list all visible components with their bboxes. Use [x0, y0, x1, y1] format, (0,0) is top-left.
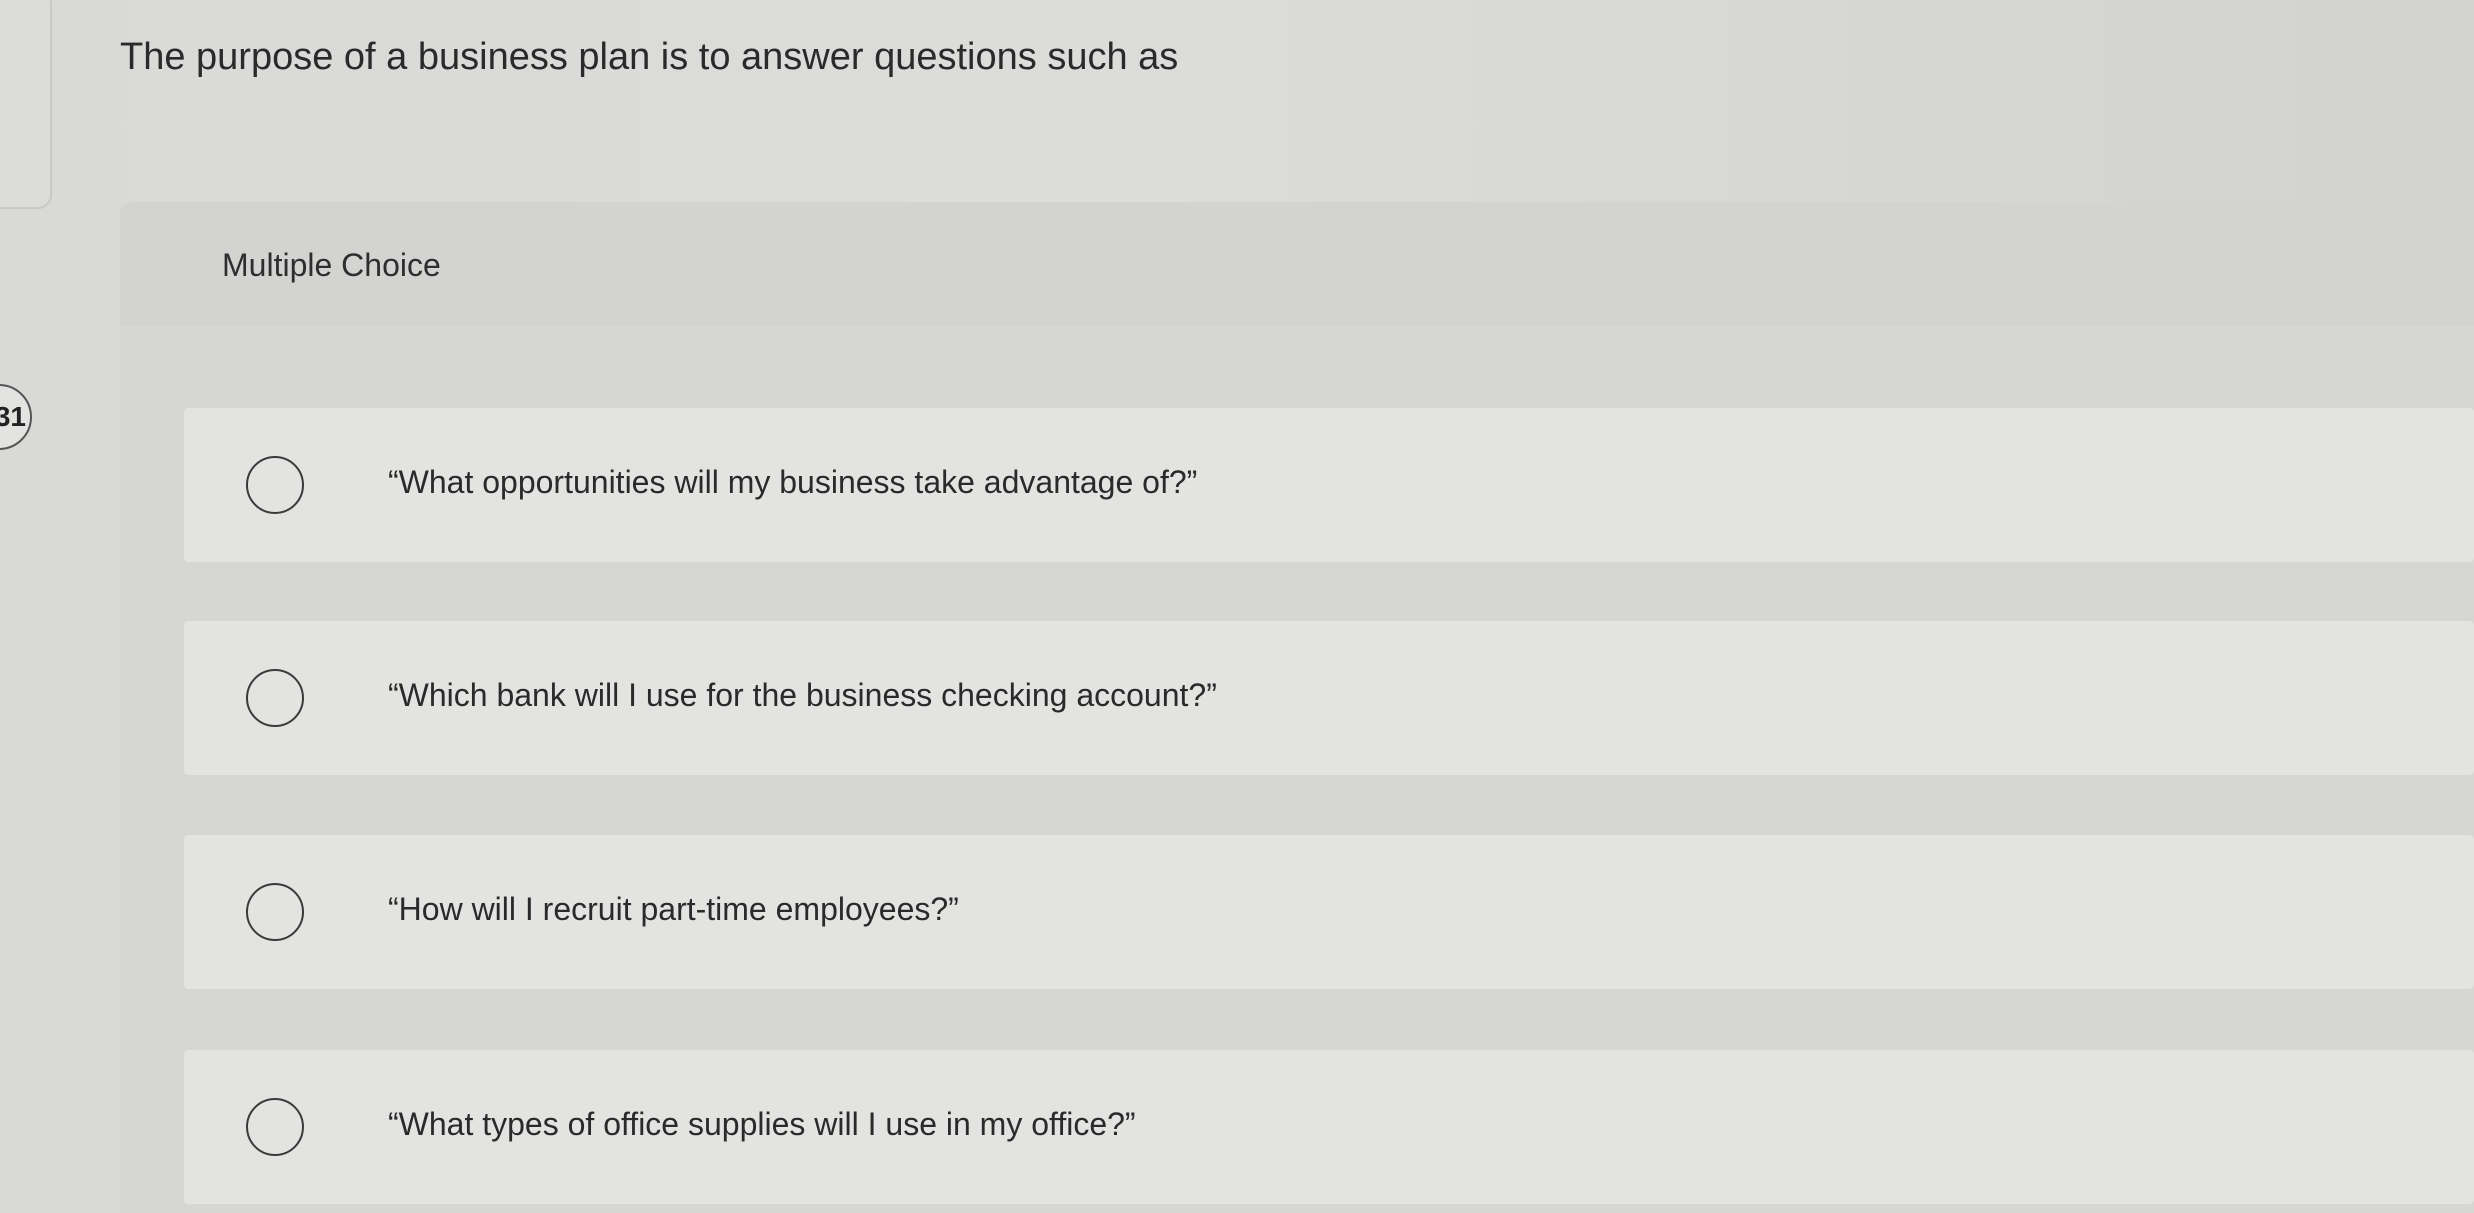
radio-button-3[interactable] — [246, 883, 304, 941]
radio-button-2[interactable] — [246, 669, 304, 727]
answer-option-1[interactable]: “What opportunities will my business tak… — [184, 408, 2474, 562]
left-side-panel — [0, 0, 52, 209]
radio-button-4[interactable] — [246, 1098, 304, 1156]
card-header: Multiple Choice — [120, 202, 2474, 326]
multiple-choice-card: Multiple Choice “What opportunities will… — [120, 202, 2474, 1213]
card-title: Multiple Choice — [222, 247, 441, 283]
answer-option-label[interactable]: “What types of office supplies will I us… — [388, 1106, 1136, 1143]
answer-option-label[interactable]: “How will I recruit part-time employees?… — [388, 891, 959, 928]
answer-option-4[interactable]: “What types of office supplies will I us… — [184, 1050, 2474, 1204]
question-text: The purpose of a business plan is to ans… — [120, 36, 1179, 78]
timer-text: :31 — [0, 401, 26, 432]
answer-option-2[interactable]: “Which bank will I use for the business … — [184, 621, 2474, 775]
timer-badge[interactable]: :31 — [0, 384, 32, 450]
radio-button-1[interactable] — [246, 456, 304, 514]
answer-option-3[interactable]: “How will I recruit part-time employees?… — [184, 835, 2474, 989]
answer-option-label[interactable]: “What opportunities will my business tak… — [388, 464, 1197, 501]
answer-option-label[interactable]: “Which bank will I use for the business … — [388, 677, 1217, 714]
